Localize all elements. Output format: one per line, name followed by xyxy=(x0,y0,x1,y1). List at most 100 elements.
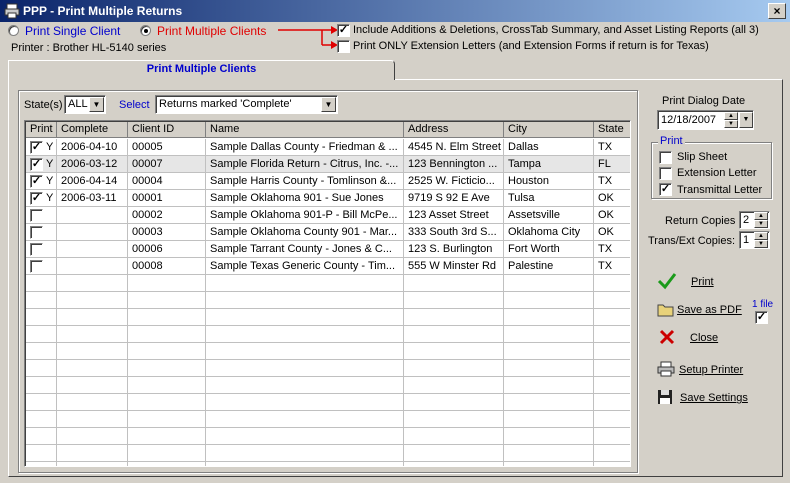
transmittal-letter-checkbox[interactable]: ✓ xyxy=(659,183,672,196)
table-cell[interactable]: Sample Dallas County - Friedman & ... xyxy=(206,139,404,156)
print-row-checkbox[interactable] xyxy=(30,209,43,222)
print-row-checkbox[interactable]: ✓ xyxy=(30,192,43,205)
chevron-down-icon[interactable]: ▼ xyxy=(89,97,104,112)
spin-up-icon[interactable]: ▲ xyxy=(754,212,768,220)
setup-printer-button[interactable]: Setup Printer xyxy=(655,360,765,380)
print-row-checkbox[interactable] xyxy=(30,226,43,239)
column-header[interactable]: Client ID xyxy=(128,122,206,138)
table-cell[interactable]: Palestine xyxy=(504,258,594,275)
spin-up-icon[interactable]: ▲ xyxy=(754,232,768,240)
table-cell[interactable] xyxy=(57,241,128,258)
table-cell[interactable]: 00007 xyxy=(128,156,206,173)
state-filter-select[interactable]: ALL ▼ xyxy=(64,95,106,114)
print-button[interactable]: Print xyxy=(655,272,755,292)
save-settings-button[interactable]: Save Settings xyxy=(655,388,765,408)
table-cell[interactable]: OK xyxy=(594,207,630,224)
slip-sheet-checkbox[interactable] xyxy=(659,151,672,164)
table-cell[interactable]: 123 Asset Street xyxy=(404,207,504,224)
table-cell[interactable]: 00004 xyxy=(128,173,206,190)
print-row-checkbox[interactable]: ✓ xyxy=(30,141,43,154)
table-cell[interactable] xyxy=(26,258,57,275)
table-cell[interactable] xyxy=(57,224,128,241)
table-cell[interactable]: 00006 xyxy=(128,241,206,258)
table-cell[interactable]: 123 Bennington ... xyxy=(404,156,504,173)
table-cell[interactable]: OK xyxy=(594,190,630,207)
print-row-checkbox[interactable]: ✓ xyxy=(30,158,43,171)
table-cell[interactable]: 00003 xyxy=(128,224,206,241)
column-header[interactable]: Name xyxy=(206,122,404,138)
table-cell[interactable]: 2006-03-12 xyxy=(57,156,128,173)
table-cell[interactable]: Sample Harris County - Tomlinson &... xyxy=(206,173,404,190)
chevron-down-icon[interactable]: ▼ xyxy=(321,97,336,112)
table-cell[interactable]: TX xyxy=(594,139,630,156)
clients-grid[interactable]: Print Complete Client ID Name Address City Sta… xyxy=(24,120,631,467)
table-cell[interactable]: Oklahoma City xyxy=(504,224,594,241)
table-cell[interactable]: FL xyxy=(594,156,630,173)
table-cell[interactable] xyxy=(57,207,128,224)
column-header[interactable]: Print xyxy=(26,122,57,138)
table-cell[interactable]: Fort Worth xyxy=(504,241,594,258)
table-cell[interactable]: ✓ Y xyxy=(26,173,57,190)
table-cell[interactable] xyxy=(26,241,57,258)
table-cell[interactable] xyxy=(26,207,57,224)
table-cell[interactable]: 9719 S 92 E Ave xyxy=(404,190,504,207)
print-multiple-clients-radio[interactable] xyxy=(140,25,151,36)
table-cell[interactable]: 00005 xyxy=(128,139,206,156)
table-cell[interactable]: 333 South 3rd S... xyxy=(404,224,504,241)
print-dialog-date-field[interactable]: 12/18/2007 ▲ ▼ ▼ xyxy=(657,110,754,130)
spin-up-icon[interactable]: ▲ xyxy=(724,112,738,120)
extension-letter-checkbox[interactable] xyxy=(659,167,672,180)
trans-ext-copies-stepper[interactable]: 1 ▲ ▼ xyxy=(739,231,770,249)
table-cell[interactable]: 555 W Minster Rd xyxy=(404,258,504,275)
calendar-dropdown-icon[interactable]: ▼ xyxy=(739,112,753,128)
print-row-checkbox[interactable] xyxy=(30,260,43,273)
print-single-client-radio[interactable] xyxy=(8,25,19,36)
spin-down-icon[interactable]: ▼ xyxy=(724,120,738,128)
table-cell[interactable]: 00002 xyxy=(128,207,206,224)
table-cell[interactable]: Sample Tarrant County - Jones & C... xyxy=(206,241,404,258)
print-row-checkbox[interactable]: ✓ xyxy=(30,175,43,188)
print-single-client-label[interactable]: Print Single Client xyxy=(25,24,120,38)
table-cell[interactable]: OK xyxy=(594,224,630,241)
table-cell[interactable]: Houston xyxy=(504,173,594,190)
table-cell[interactable]: 2006-03-11 xyxy=(57,190,128,207)
table-cell[interactable] xyxy=(57,258,128,275)
close-button[interactable]: Close xyxy=(655,328,755,348)
column-header[interactable]: Complete xyxy=(57,122,128,138)
table-cell[interactable]: TX xyxy=(594,258,630,275)
table-cell[interactable]: 2006-04-10 xyxy=(57,139,128,156)
table-cell[interactable]: 00008 xyxy=(128,258,206,275)
return-copies-stepper[interactable]: 2 ▲ ▼ xyxy=(739,211,770,229)
table-cell[interactable]: Sample Oklahoma 901-P - Bill McPe... xyxy=(206,207,404,224)
include-reports-checkbox[interactable]: ✓ xyxy=(337,24,350,37)
table-cell[interactable]: Sample Oklahoma 901 - Sue Jones xyxy=(206,190,404,207)
spin-down-icon[interactable]: ▼ xyxy=(754,240,768,248)
table-cell[interactable]: Sample Oklahoma County 901 - Mar... xyxy=(206,224,404,241)
select-filter-dropdown[interactable]: Returns marked 'Complete' ▼ xyxy=(155,95,338,114)
table-cell[interactable]: Sample Texas Generic County - Tim... xyxy=(206,258,404,275)
table-cell[interactable]: ✓ Y xyxy=(26,139,57,156)
one-file-checkbox[interactable]: ✓ xyxy=(755,311,768,324)
spin-down-icon[interactable]: ▼ xyxy=(754,220,768,228)
save-as-pdf-button[interactable]: Save as PDF xyxy=(655,300,755,320)
table-cell[interactable]: Tampa xyxy=(504,156,594,173)
print-row-checkbox[interactable] xyxy=(30,243,43,256)
table-cell[interactable]: TX xyxy=(594,241,630,258)
table-cell[interactable]: Assetsville xyxy=(504,207,594,224)
table-cell[interactable]: 123 S. Burlington xyxy=(404,241,504,258)
table-cell[interactable]: ✓ Y xyxy=(26,156,57,173)
table-cell[interactable]: Sample Florida Return - Citrus, Inc. -..… xyxy=(206,156,404,173)
table-cell[interactable]: 2525 W. Ficticio... xyxy=(404,173,504,190)
table-cell[interactable]: TX xyxy=(594,173,630,190)
extension-letters-only-checkbox[interactable] xyxy=(337,40,350,53)
window-close-button[interactable]: × xyxy=(768,3,786,19)
table-cell[interactable]: Dallas xyxy=(504,139,594,156)
column-header[interactable]: City xyxy=(504,122,594,138)
print-multiple-clients-label[interactable]: Print Multiple Clients xyxy=(157,24,266,38)
column-header[interactable]: State xyxy=(594,122,630,138)
table-cell[interactable]: 2006-04-14 xyxy=(57,173,128,190)
table-cell[interactable]: 00001 xyxy=(128,190,206,207)
table-cell[interactable]: ✓ Y xyxy=(26,190,57,207)
table-cell[interactable]: Tulsa xyxy=(504,190,594,207)
column-header[interactable]: Address xyxy=(404,122,504,138)
